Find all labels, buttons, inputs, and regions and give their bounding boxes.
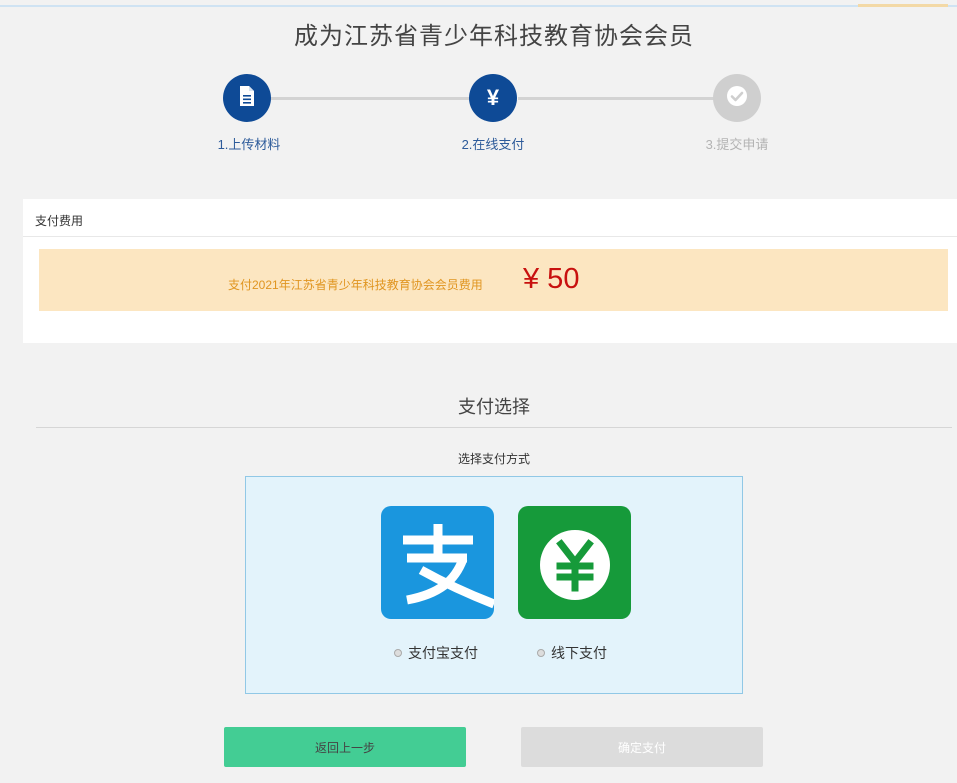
fee-banner: 支付2021年江苏省青少年科技教育协会会员费用 ¥ 50 bbox=[39, 249, 948, 311]
fee-header: 支付费用 bbox=[23, 199, 957, 237]
step-2-circle: ¥ bbox=[469, 74, 517, 122]
alipay-option[interactable]: 支付宝支付 bbox=[394, 643, 478, 663]
confirm-payment-button[interactable]: 确定支付 bbox=[521, 727, 763, 767]
offline-payment-radio[interactable] bbox=[537, 649, 545, 657]
back-button[interactable]: 返回上一步 bbox=[224, 727, 466, 767]
payment-divider bbox=[36, 427, 952, 428]
fee-panel: 支付费用 支付2021年江苏省青少年科技教育协会会员费用 ¥ 50 bbox=[23, 199, 957, 343]
check-icon bbox=[726, 85, 748, 112]
alipay-radio[interactable] bbox=[394, 649, 402, 657]
page-title: 成为江苏省青少年科技教育协会会员 bbox=[294, 23, 694, 50]
document-icon bbox=[238, 85, 256, 112]
top-accent-bar bbox=[858, 4, 948, 7]
fee-description: 支付2021年江苏省青少年科技教育协会会员费用 bbox=[228, 278, 483, 292]
top-border bbox=[0, 5, 957, 7]
step-connector-1 bbox=[270, 97, 470, 100]
step-2-label: 2.在线支付 bbox=[461, 137, 525, 152]
payment-subtitle: 选择支付方式 bbox=[457, 452, 530, 466]
alipay-icon[interactable] bbox=[381, 506, 494, 619]
step-3-circle bbox=[713, 74, 761, 122]
yen-icon: ¥ bbox=[486, 85, 500, 110]
cash-yen-icon[interactable] bbox=[518, 506, 631, 619]
step-3-label: 3.提交申请 bbox=[705, 137, 769, 152]
payment-method-box: 支付宝支付 线下支付 bbox=[245, 476, 743, 694]
fee-amount: ¥ 50 bbox=[523, 263, 580, 295]
payment-title: 支付选择 bbox=[458, 397, 530, 417]
step-1-label: 1.上传材料 bbox=[217, 137, 281, 152]
offline-payment-label: 线下支付 bbox=[551, 645, 607, 661]
step-connector-2 bbox=[518, 97, 714, 100]
offline-payment-option[interactable]: 线下支付 bbox=[537, 643, 607, 663]
alipay-option-label: 支付宝支付 bbox=[408, 645, 478, 661]
step-1-circle bbox=[223, 74, 271, 122]
